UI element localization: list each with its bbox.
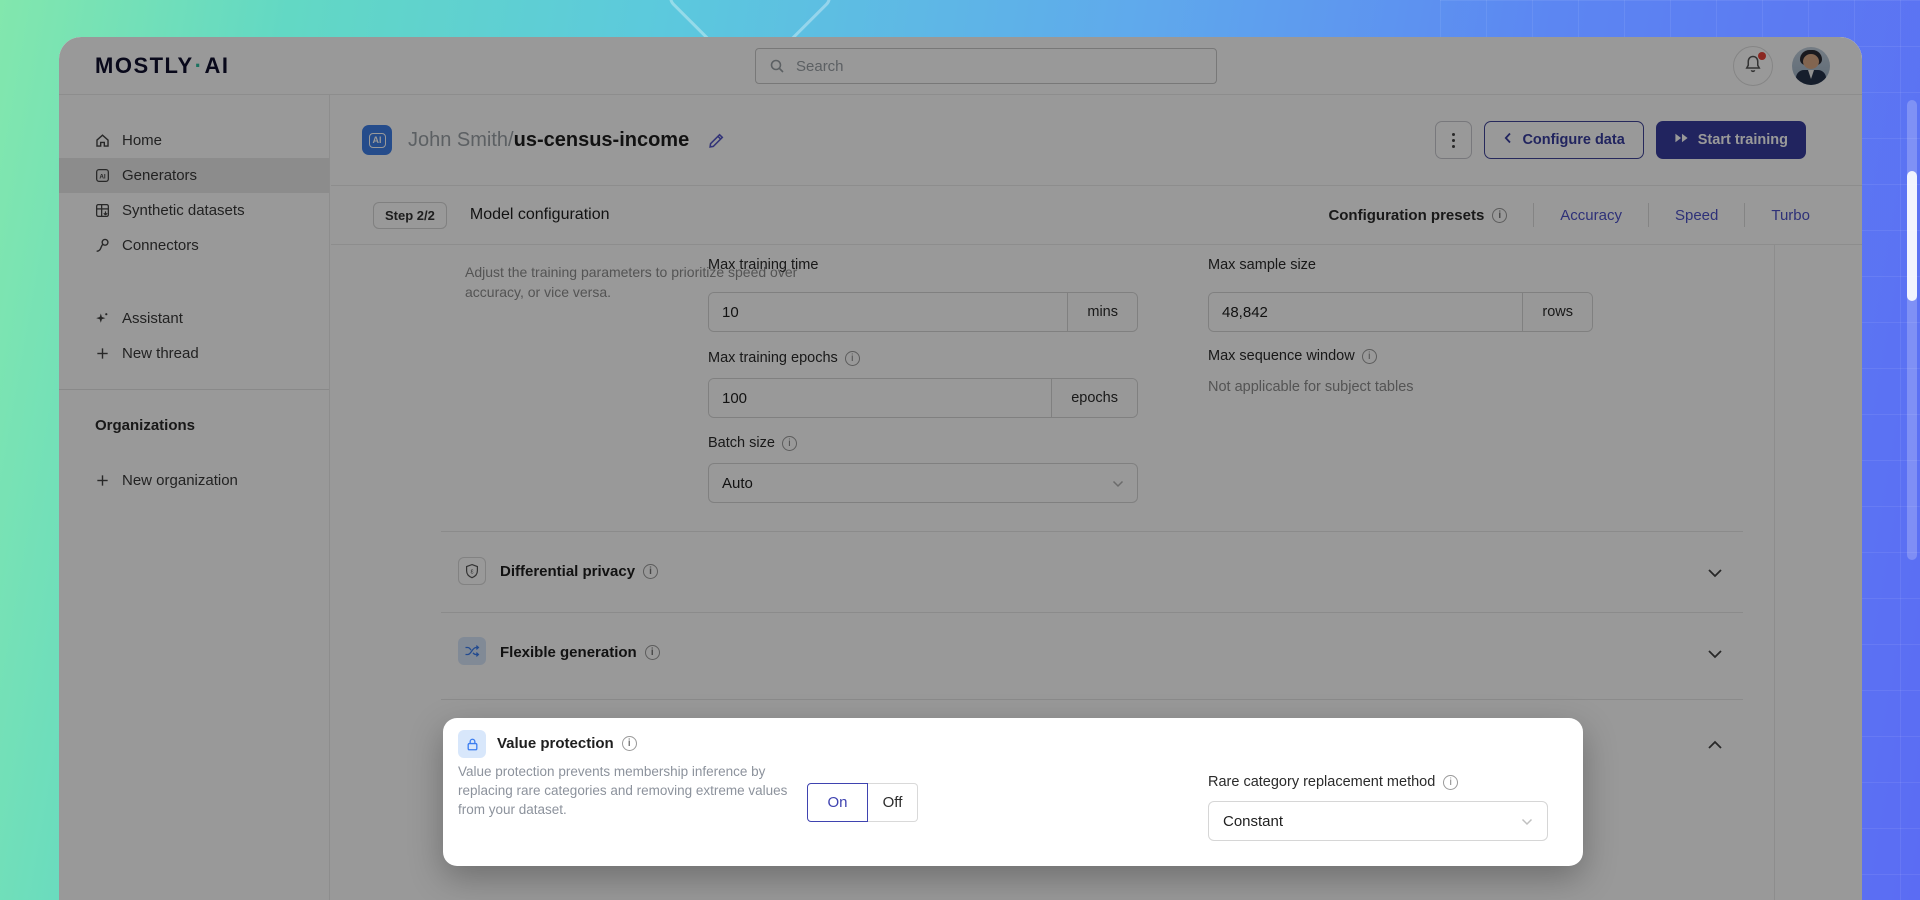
info-icon[interactable]: i: [622, 736, 637, 751]
page-scrollbar[interactable]: [1907, 100, 1917, 560]
value-protection-card: Value protection i Value protection prev…: [443, 718, 1583, 866]
scrollbar-thumb[interactable]: [1907, 171, 1917, 301]
info-icon[interactable]: i: [1443, 775, 1458, 790]
rare-category-method-select[interactable]: Constant: [1208, 801, 1548, 841]
toggle-off-button[interactable]: Off: [868, 783, 918, 822]
value-protection-title: Value protection i: [497, 735, 637, 752]
chevron-down-icon: [1521, 813, 1533, 830]
toggle-on-button[interactable]: On: [807, 783, 868, 822]
rare-category-method-label: Rare category replacement method i: [1208, 774, 1458, 790]
rare-category-method-value: Constant: [1223, 813, 1283, 830]
app-window: MOSTLY·AI Home AI Generators: [59, 37, 1862, 900]
value-protection-description: Value protection prevents membership inf…: [458, 762, 806, 819]
value-protection-title-text: Value protection: [497, 735, 614, 752]
scrollbar-track: [1907, 100, 1917, 560]
lock-icon: [458, 730, 486, 758]
value-protection-toggle: On Off: [807, 783, 918, 822]
rare-category-label-text: Rare category replacement method: [1208, 774, 1435, 790]
